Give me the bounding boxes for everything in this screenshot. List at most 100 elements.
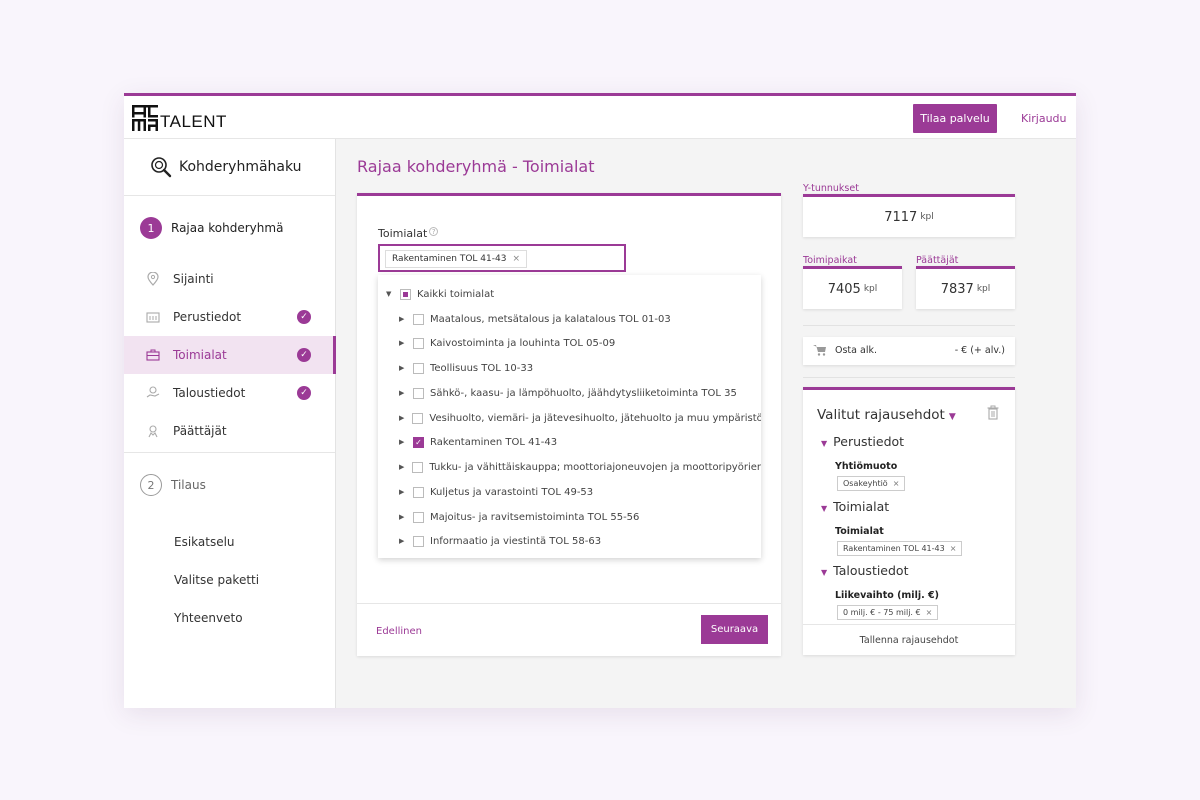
stat-value: 7117: [884, 209, 918, 225]
trash-icon[interactable]: [987, 405, 999, 420]
checkbox-partial[interactable]: [400, 288, 411, 300]
buy-price: - € (+ alv.): [954, 345, 1005, 356]
caret-right-icon[interactable]: ▶: [399, 339, 405, 347]
caret-right-icon[interactable]: ▶: [399, 389, 405, 397]
filter-sub-label: Yhtiömuoto: [835, 461, 898, 472]
stat-card-toimipaikat: 7405 kpl: [803, 266, 902, 309]
tree-row[interactable]: ▶ Majoitus- ja ravitsemistoiminta TOL 55…: [378, 505, 761, 529]
caret-down-icon: ▼: [821, 568, 828, 577]
save-filters-button[interactable]: Tallenna rajausehdot: [803, 624, 1015, 655]
sidebar-item-taloustiedot[interactable]: Taloustiedot ✓: [124, 374, 335, 412]
section-name: Taloustiedot: [833, 563, 909, 578]
checkbox[interactable]: [413, 511, 424, 523]
filter-section-perustiedot[interactable]: ▼ Perustiedot: [821, 434, 904, 449]
step-1[interactable]: 1 Rajaa kohderyhmä: [124, 196, 335, 260]
alma-talent-logo[interactable]: TALENT: [132, 105, 227, 131]
checkbox-checked[interactable]: ✓: [413, 436, 424, 448]
remove-chip-icon[interactable]: ×: [926, 608, 933, 617]
caret-right-icon[interactable]: ▶: [399, 463, 404, 471]
caret-down-icon: ▼: [948, 412, 956, 422]
remove-chip-icon[interactable]: ×: [512, 254, 520, 264]
tree-row[interactable]: ▶ ✓ Rakentaminen TOL 41-43: [378, 430, 761, 454]
caret-right-icon[interactable]: ▶: [399, 364, 405, 372]
checkbox[interactable]: [413, 337, 424, 349]
tree-row[interactable]: ▶ Teollisuus TOL 10-33: [378, 356, 761, 380]
money-hand-icon: [146, 386, 160, 400]
stat-label-paattajat: Päättäjät: [916, 255, 959, 266]
check-icon: ✓: [297, 386, 311, 400]
sidebar-item-toimialat[interactable]: Toimialat ✓: [124, 336, 336, 374]
caret-down-icon[interactable]: ▼: [386, 290, 392, 298]
sidebar-item-valitse-paketti[interactable]: Valitse paketti: [124, 561, 335, 599]
filter-sub-label: Toimialat: [835, 526, 884, 537]
login-link[interactable]: Kirjaudu: [1021, 112, 1067, 125]
caret-down-icon: ▼: [821, 439, 828, 448]
next-button[interactable]: Seuraava: [701, 615, 768, 644]
tree-row[interactable]: ▶ Sähkö-, kaasu- ja lämpöhuolto, jäähdyt…: [378, 381, 761, 405]
sidebar-title: Kohderyhmähaku: [179, 159, 302, 175]
checkbox[interactable]: [412, 412, 424, 424]
step-2[interactable]: 2 Tilaus: [124, 453, 335, 517]
sidebar-item-esikatselu[interactable]: Esikatselu: [124, 523, 335, 561]
industry-selection-card: Toimialat? Rakentaminen TOL 41-43 × ▼ Ka…: [357, 193, 781, 656]
stat-unit: kpl: [920, 212, 934, 222]
industry-multiselect[interactable]: Rakentaminen TOL 41-43 ×: [378, 244, 626, 272]
location-pin-icon: [146, 272, 160, 286]
caret-right-icon[interactable]: ▶: [399, 513, 405, 521]
caret-right-icon[interactable]: ▶: [399, 414, 404, 422]
caret-right-icon[interactable]: ▶: [399, 438, 405, 446]
tree-row[interactable]: ▶ Kaivostoiminta ja louhinta TOL 05-09: [378, 331, 761, 355]
page-title: Rajaa kohderyhmä - Toimialat: [357, 157, 595, 176]
sidebar-item-perustiedot[interactable]: Perustiedot ✓: [124, 298, 335, 336]
check-icon: ✓: [297, 310, 311, 324]
checkbox[interactable]: [413, 313, 424, 325]
tree-row[interactable]: ▶ Tukku- ja vähittäiskauppa; moottoriajo…: [378, 455, 761, 479]
tree-row[interactable]: ▶ Vesihuolto, viemäri- ja jätevesihuolto…: [378, 406, 761, 430]
tree-label: Tukku- ja vähittäiskauppa; moottoriajone…: [429, 461, 761, 473]
checkbox[interactable]: [413, 535, 424, 547]
checkbox[interactable]: [413, 486, 424, 498]
filter-section-toimialat[interactable]: ▼ Toimialat: [821, 499, 889, 514]
help-icon[interactable]: ?: [429, 227, 439, 236]
tree-label: Rakentaminen TOL 41-43: [430, 436, 558, 448]
sidebar-item-label: Toimialat: [173, 348, 227, 362]
sidebar-item-yhteenveto[interactable]: Yhteenveto: [124, 599, 335, 637]
caret-right-icon[interactable]: ▶: [399, 315, 405, 323]
chip-label: Rakentaminen TOL 41-43: [843, 544, 945, 553]
top-bar: TALENT Tilaa palvelu Kirjaudu: [124, 96, 1076, 139]
tree-row[interactable]: ▶ Kuljetus ja varastointi TOL 49-53: [378, 480, 761, 504]
filter-chip: Osakeyhtiö ×: [837, 476, 906, 491]
checkbox[interactable]: [412, 461, 424, 473]
selected-filters-card: Valitut rajausehdot ▼ ▼ Perustiedot Yhtiöm…: [803, 387, 1015, 655]
step-2-number: 2: [140, 474, 162, 496]
sidebar-item-label: Perustiedot: [173, 310, 242, 324]
remove-chip-icon[interactable]: ×: [893, 479, 900, 488]
person-badge-icon: [146, 424, 160, 438]
remove-chip-icon[interactable]: ×: [950, 544, 957, 553]
industry-dropdown: ▼ Kaikki toimialat ▶ Maatalous, metsätal…: [378, 275, 761, 558]
step-2-label: Tilaus: [171, 478, 206, 492]
section-name: Perustiedot: [833, 434, 905, 449]
caret-right-icon[interactable]: ▶: [399, 537, 405, 545]
caret-down-icon: ▼: [821, 504, 828, 513]
filters-title[interactable]: Valitut rajausehdot ▼: [817, 407, 956, 423]
stat-card-paattajat: 7837 kpl: [916, 266, 1015, 309]
tree-row[interactable]: ▶ Informaatio ja viestintä TOL 58-63: [378, 529, 761, 553]
sidebar-item-sijainti[interactable]: Sijainti: [124, 260, 335, 298]
filter-section-taloustiedot[interactable]: ▼ Taloustiedot: [821, 563, 909, 578]
sidebar-item-label: Sijainti: [173, 272, 214, 286]
stat-value: 7405: [827, 281, 861, 297]
tree-row[interactable]: ▶ Maatalous, metsätalous ja kalatalous T…: [378, 307, 761, 331]
logo-text: TALENT: [160, 112, 227, 131]
caret-right-icon[interactable]: ▶: [399, 488, 405, 496]
checkbox[interactable]: [413, 387, 424, 399]
sidebar-item-paattajat[interactable]: Päättäjät: [124, 412, 335, 450]
filter-chip: 0 milj. € - 75 milj. € ×: [837, 605, 939, 620]
order-service-button[interactable]: Tilaa palvelu: [913, 104, 997, 133]
app-window: TALENT Tilaa palvelu Kirjaudu Kohderyhmä…: [124, 93, 1076, 708]
tree-row-root[interactable]: ▼ Kaikki toimialat: [378, 282, 761, 306]
checkbox[interactable]: [413, 362, 424, 374]
buy-card[interactable]: Osta alk. - € (+ alv.): [803, 337, 1015, 365]
previous-link[interactable]: Edellinen: [376, 626, 422, 637]
tree-label: Sähkö-, kaasu- ja lämpöhuolto, jäähdytys…: [430, 387, 737, 399]
